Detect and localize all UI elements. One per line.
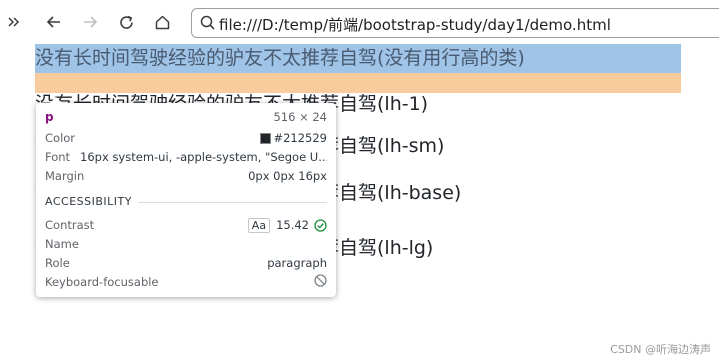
browser-toolbar: file:///D:/temp/前端/bootstrap-study/day1/… xyxy=(0,0,719,44)
font-label: Font xyxy=(45,150,71,164)
contrast-label: Contrast xyxy=(45,218,95,232)
forward-arrow-icon[interactable] xyxy=(78,10,102,34)
margin-label: Margin xyxy=(45,169,85,183)
color-row: Color #212529 xyxy=(45,129,327,147)
contrast-badge: Aa xyxy=(247,217,271,233)
name-row: Name xyxy=(45,235,327,253)
watermark: CSDN @听海边涛声 xyxy=(610,343,711,356)
element-tag: p xyxy=(45,110,54,124)
search-icon xyxy=(200,15,216,31)
keyboard-label: Keyboard-focusable xyxy=(45,275,159,289)
font-row: Font 16px system-ui, -apple-system, "Seg… xyxy=(45,148,327,166)
inspect-tooltip: p 516 × 24 Color #212529 Font 16px syste… xyxy=(36,97,336,297)
color-label: Color xyxy=(45,131,76,145)
paragraph-no-lh: 没有长时间驾驶经验的驴友不太推荐自驾(没有用行高的类) xyxy=(35,47,525,69)
margin-value: 0px 0px 16px xyxy=(248,169,327,183)
not-allowed-icon xyxy=(314,274,327,290)
contrast-value: 15.42 xyxy=(276,217,309,232)
home-icon[interactable] xyxy=(150,10,174,34)
color-value: #212529 xyxy=(273,131,327,145)
role-row: Role paragraph xyxy=(45,254,327,272)
tooltip-arrow xyxy=(50,97,62,103)
color-swatch xyxy=(260,133,272,144)
contrast-row: Contrast Aa 15.42 xyxy=(45,216,327,234)
check-circle-icon xyxy=(314,218,327,232)
element-size: 516 × 24 xyxy=(273,110,327,124)
name-label: Name xyxy=(45,237,79,251)
tooltip-header: p 516 × 24 xyxy=(45,108,327,126)
address-bar[interactable]: file:///D:/temp/前端/bootstrap-study/day1/… xyxy=(191,8,719,38)
sidebar-toggle-icon[interactable] xyxy=(2,10,26,34)
reload-icon[interactable] xyxy=(114,10,138,34)
role-value: paragraph xyxy=(267,256,327,270)
back-arrow-icon[interactable] xyxy=(42,10,66,34)
section-divider xyxy=(138,202,327,203)
url-text[interactable]: file:///D:/temp/前端/bootstrap-study/day1/… xyxy=(219,14,611,35)
accessibility-title: ACCESSIBILITY xyxy=(45,195,132,208)
font-value: 16px system-ui, -apple-system, "Segoe U.… xyxy=(80,150,327,164)
role-label: Role xyxy=(45,256,70,270)
keyboard-row: Keyboard-focusable xyxy=(45,273,327,291)
margin-row: Margin 0px 0px 16px xyxy=(45,167,327,185)
